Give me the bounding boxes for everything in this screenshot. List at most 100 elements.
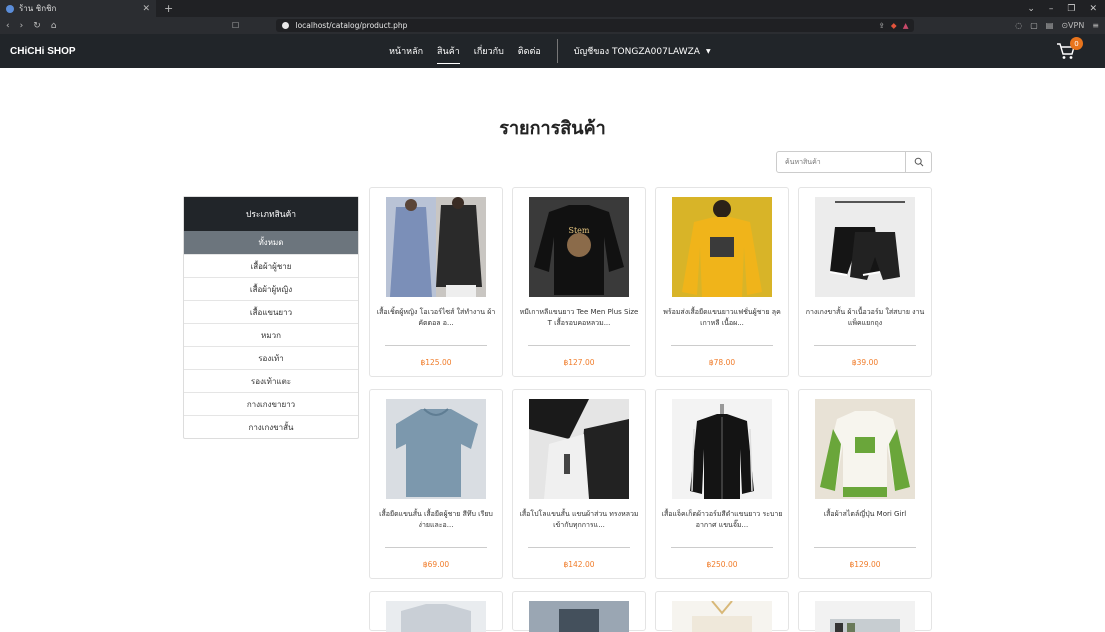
- reload-icon[interactable]: ↻: [33, 21, 41, 31]
- product-price: ฿127.00: [563, 358, 595, 367]
- brand-logo[interactable]: CHiCHi SHOP: [10, 46, 76, 57]
- category-all[interactable]: ทั้งหมด: [184, 231, 358, 254]
- product-name[interactable]: เสื้อผ้าสไตล์ญี่ปุ่น Mori Girl: [803, 509, 927, 520]
- category-long-pants[interactable]: กางเกงขายาว: [184, 392, 358, 415]
- search-input[interactable]: [777, 152, 905, 172]
- maximize-icon[interactable]: ❐: [1067, 4, 1075, 14]
- page-title: รายการสินค้า: [499, 118, 606, 139]
- product-name[interactable]: เสื้อเชิ้ตผู้หญิง โอเวอร์ไซส์ ใส่ทำงาน ผ…: [374, 307, 498, 329]
- category-mens-clothing[interactable]: เสื้อผ้าผู้ชาย: [184, 254, 358, 277]
- product-name[interactable]: หมีเกาหลีแขนยาว Tee Men Plus Size T เสื้…: [517, 307, 641, 329]
- back-icon[interactable]: ‹: [6, 21, 10, 31]
- nav-divider: [556, 39, 558, 63]
- search-icon: [914, 157, 923, 167]
- caret-down-icon: ▼: [705, 47, 711, 55]
- card-divider: [385, 345, 487, 346]
- nav-about[interactable]: เกี่ยวกับ: [474, 34, 504, 68]
- card-divider: [671, 547, 773, 548]
- product-card[interactable]: เสื้อผ้าสไตล์ญี่ปุ่น Mori Girl ฿129.00: [798, 389, 932, 579]
- new-tab-icon[interactable]: +: [164, 2, 173, 15]
- product-card[interactable]: กางเกงขาสั้น ผ้าเนื้อวอร์ม ใส่สบาย งานแพ…: [798, 187, 932, 377]
- forward-icon[interactable]: ›: [20, 21, 24, 31]
- card-divider: [385, 547, 487, 548]
- product-name[interactable]: พร้อมส่งเสื้อยืดแขนยาวแฟชั่นผู้ชาย ลุคเก…: [660, 307, 784, 329]
- product-name[interactable]: กางเกงขาสั้น ผ้าเนื้อวอร์ม ใส่สบาย งานแพ…: [803, 307, 927, 329]
- nav-contact[interactable]: ติดต่อ: [518, 34, 541, 68]
- product-card[interactable]: Stem หมีเกาหลีแขนยาว Tee Men Plus Size T…: [512, 187, 646, 377]
- product-card[interactable]: [512, 591, 646, 632]
- share-icon[interactable]: ⇪: [879, 21, 885, 30]
- browser-tab[interactable]: ร้าน ชิกชิก ✕: [0, 0, 156, 17]
- nav-products[interactable]: สินค้า: [437, 34, 460, 68]
- product-price: ฿125.00: [420, 358, 452, 367]
- product-card[interactable]: พร้อมส่งเสื้อยืดแขนยาวแฟชั่นผู้ชาย ลุคเก…: [655, 187, 789, 377]
- close-window-icon[interactable]: ✕: [1089, 4, 1097, 14]
- product-card[interactable]: เสื้อแจ็คเก็ตผ้าวอร์มสีดำแขนยาว ระบายอาก…: [655, 389, 789, 579]
- main-menu: หน้าหลัก สินค้า เกี่ยวกับ ติดต่อ บัญชีขอ…: [389, 34, 711, 68]
- category-sandals[interactable]: รองเท้าแตะ: [184, 369, 358, 392]
- product-card[interactable]: [369, 591, 503, 632]
- product-image[interactable]: Stem: [529, 197, 629, 297]
- url-field[interactable]: localhost/catalog/product.php ⇪ ◆ ▲: [276, 19, 915, 32]
- product-card[interactable]: [798, 591, 932, 632]
- product-name[interactable]: เสื้อยืดแขนสั้น เสื้อยืดผู้ชาย สีทึบ เรี…: [374, 509, 498, 531]
- url-text: localhost/catalog/product.php: [295, 21, 408, 30]
- product-image[interactable]: [386, 601, 486, 632]
- tab-favicon-icon: [6, 4, 14, 13]
- product-image[interactable]: [529, 601, 629, 632]
- nav-home[interactable]: หน้าหลัก: [389, 34, 423, 68]
- card-divider: [814, 345, 916, 346]
- brave-shield-icon[interactable]: ◆: [891, 21, 897, 30]
- home-icon[interactable]: ⌂: [51, 21, 57, 31]
- rewards-icon[interactable]: ▲: [903, 21, 909, 30]
- extensions-icon[interactable]: ◌: [1015, 21, 1022, 30]
- product-card[interactable]: เสื้อเชิ้ตผู้หญิง โอเวอร์ไซส์ ใส่ทำงาน ผ…: [369, 187, 503, 377]
- wallet-icon[interactable]: ▤: [1046, 21, 1054, 30]
- browser-toolbar-right: ◌ ▢ ▤ ⊙VPN ≡: [1015, 21, 1099, 30]
- product-grid-row-3: [369, 591, 933, 632]
- product-card[interactable]: เสื้อโปโลแขนสั้น แขนผ้าส่วน ทรงหลวม เข้า…: [512, 389, 646, 579]
- product-price: ฿142.00: [563, 560, 595, 569]
- product-image[interactable]: [672, 399, 772, 499]
- site-info-icon[interactable]: [282, 22, 290, 29]
- product-image[interactable]: [386, 399, 486, 499]
- card-divider: [528, 345, 630, 346]
- product-image[interactable]: [815, 601, 915, 632]
- product-price: ฿250.00: [706, 560, 738, 569]
- account-dropdown[interactable]: บัญชีของ TONGZA007LAWZA ▼: [574, 34, 711, 68]
- product-name[interactable]: เสื้อแจ็คเก็ตผ้าวอร์มสีดำแขนยาว ระบายอาก…: [660, 509, 784, 531]
- product-image[interactable]: [386, 197, 486, 297]
- category-hats[interactable]: หมวก: [184, 323, 358, 346]
- category-shorts[interactable]: กางเกงขาสั้น: [184, 415, 358, 438]
- product-price: ฿78.00: [708, 358, 736, 367]
- card-divider: [528, 547, 630, 548]
- product-image[interactable]: [815, 197, 915, 297]
- tab-title: ร้าน ชิกชิก: [19, 4, 57, 13]
- cart-button[interactable]: 0: [1055, 37, 1083, 62]
- category-header: ประเภทสินค้า: [184, 197, 358, 231]
- category-womens-clothing[interactable]: เสื้อผ้าผู้หญิง: [184, 277, 358, 300]
- product-image[interactable]: [529, 399, 629, 499]
- card-divider: [671, 345, 773, 346]
- product-name[interactable]: เสื้อโปโลแขนสั้น แขนผ้าส่วน ทรงหลวม เข้า…: [517, 509, 641, 531]
- browser-tab-bar: ร้าน ชิกชิก ✕ + ⌄ – ❐ ✕: [0, 0, 1105, 17]
- sidebar-icon[interactable]: ▢: [1030, 21, 1038, 30]
- product-price: ฿39.00: [851, 358, 879, 367]
- product-image[interactable]: [815, 399, 915, 499]
- category-long-sleeve[interactable]: เสื้อแขนยาว: [184, 300, 358, 323]
- bookmark-icon[interactable]: ☐: [232, 21, 239, 30]
- window-controls: ⌄ – ❐ ✕: [1027, 4, 1105, 14]
- vpn-icon[interactable]: ⊙VPN: [1061, 21, 1084, 30]
- product-card[interactable]: เสื้อยืดแขนสั้น เสื้อยืดผู้ชาย สีทึบ เรี…: [369, 389, 503, 579]
- product-card[interactable]: [655, 591, 789, 632]
- tab-search-icon[interactable]: ⌄: [1027, 4, 1035, 14]
- product-image[interactable]: [672, 601, 772, 632]
- category-shoes[interactable]: รองเท้า: [184, 346, 358, 369]
- menu-icon[interactable]: ≡: [1092, 21, 1099, 30]
- product-price: ฿129.00: [849, 560, 881, 569]
- svg-text:Stem: Stem: [568, 226, 589, 235]
- search-button[interactable]: [905, 152, 931, 172]
- close-tab-icon[interactable]: ✕: [142, 4, 150, 14]
- minimize-icon[interactable]: –: [1049, 4, 1054, 14]
- product-image[interactable]: [672, 197, 772, 297]
